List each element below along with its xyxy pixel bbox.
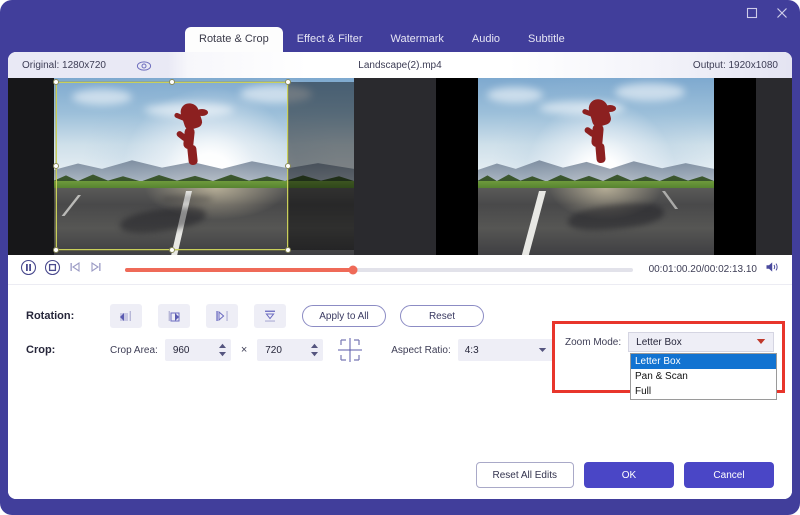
chevron-down-icon	[756, 337, 766, 348]
crop-height-stepper[interactable]: 720	[257, 339, 324, 361]
zoom-mode-select[interactable]: Letter Box	[628, 332, 775, 352]
next-frame-icon[interactable]	[89, 260, 103, 279]
cancel-button[interactable]: Cancel	[684, 462, 774, 488]
aspect-ratio-value: 4:3	[464, 344, 479, 356]
crop-width-arrows[interactable]	[218, 343, 227, 357]
board-shadow	[162, 194, 212, 203]
reset-rotation-button[interactable]: Reset	[400, 305, 484, 327]
tab-effect-filter[interactable]: Effect & Filter	[283, 27, 377, 52]
crop-handle-s[interactable]	[169, 247, 175, 253]
rotate-left-icon[interactable]	[110, 304, 142, 328]
preview-area	[8, 78, 792, 255]
controls-area: Rotation: Apply to All Reset Crop: Crop …	[8, 285, 792, 400]
crop-handle-n[interactable]	[169, 79, 175, 85]
crop-handle-ne[interactable]	[285, 79, 291, 85]
crop-center-icon[interactable]	[335, 337, 365, 363]
main-panel: Original: 1280x720 Landscape(2).mp4 Outp…	[8, 52, 792, 499]
info-left-group: Original: 1280x720	[8, 59, 152, 71]
crop-handle-w[interactable]	[53, 163, 59, 169]
output-margin-left	[400, 78, 436, 255]
cloud	[487, 86, 544, 103]
flip-vertical-icon[interactable]	[254, 304, 286, 328]
eye-icon[interactable]	[136, 59, 152, 71]
playback-bar: 00:01:00.20/00:02:13.10	[8, 255, 792, 285]
maximize-icon[interactable]	[744, 5, 760, 21]
letterbox-bar-right	[714, 78, 756, 255]
tab-watermark[interactable]: Watermark	[377, 27, 458, 52]
crop-handle-se[interactable]	[285, 247, 291, 253]
crop-width-stepper[interactable]: 960	[164, 339, 231, 361]
info-strip: Original: 1280x720 Landscape(2).mp4 Outp…	[8, 52, 792, 78]
rotate-right-icon[interactable]	[158, 304, 190, 328]
skater-figure	[581, 97, 616, 165]
zoom-mode-option-letter-box[interactable]: Letter Box	[631, 354, 776, 369]
crop-height-value: 720	[265, 344, 282, 356]
progress-fill	[125, 267, 354, 272]
ok-button[interactable]: OK	[584, 462, 674, 488]
stop-circle-icon[interactable]	[44, 259, 61, 281]
rotation-label: Rotation:	[26, 310, 75, 322]
tab-rotate-crop[interactable]: Rotate & Crop	[185, 27, 283, 52]
output-margin-right	[756, 78, 792, 255]
pillarbox-right	[354, 78, 400, 255]
source-preview[interactable]	[8, 78, 400, 255]
zoom-mode-option-pan-scan[interactable]: Pan & Scan	[631, 369, 776, 384]
zoom-mode-option-full[interactable]: Full	[631, 384, 776, 399]
aspect-ratio-label: Aspect Ratio:	[391, 344, 451, 356]
aspect-ratio-select[interactable]: 4:3	[457, 339, 554, 361]
apply-to-all-button[interactable]: Apply to All	[302, 305, 386, 327]
zoom-mode-dropdown[interactable]: Letter Box Pan & Scan Full	[630, 353, 777, 400]
output-resolution-label: Output: 1920x1080	[692, 59, 778, 71]
timecode-label: 00:01:00.20/00:02:13.10	[648, 264, 757, 275]
tab-bar: Rotate & Crop Effect & Filter Watermark …	[0, 26, 800, 52]
previous-frame-icon[interactable]	[68, 260, 82, 279]
tab-subtitle[interactable]: Subtitle	[514, 27, 579, 52]
crop-handle-sw[interactable]	[53, 247, 59, 253]
crop-area-label: Crop Area:	[110, 344, 158, 356]
editor-window: Rotate & Crop Effect & Filter Watermark …	[0, 0, 800, 515]
playback-progress-slider[interactable]	[125, 265, 633, 274]
cloud	[72, 88, 132, 105]
window-controls	[744, 5, 790, 21]
title-bar	[0, 0, 800, 26]
zoom-mode-group: Zoom Mode: Letter Box Letter Box Pan & S…	[552, 321, 785, 400]
crop-dim-right	[288, 82, 354, 250]
progress-knob[interactable]	[348, 265, 358, 274]
zoom-mode-value: Letter Box	[636, 336, 682, 348]
output-preview[interactable]	[400, 78, 792, 255]
crop-width-value: 960	[172, 344, 190, 356]
chevron-down-icon	[538, 345, 547, 356]
tab-audio[interactable]: Audio	[458, 27, 514, 52]
close-icon[interactable]	[774, 5, 790, 21]
crop-height-arrows[interactable]	[310, 343, 319, 357]
crop-dimension-separator: ×	[240, 344, 248, 356]
dialog-footer: Reset All Edits OK Cancel	[8, 451, 792, 499]
pause-circle-icon[interactable]	[20, 259, 37, 281]
skater-figure	[173, 100, 208, 169]
zoom-mode-row: Zoom Mode: Letter Box	[565, 332, 782, 352]
crop-dim-far-left	[8, 78, 54, 255]
zoom-mode-label: Zoom Mode:	[565, 336, 622, 348]
crop-handle-nw[interactable]	[53, 79, 59, 85]
crop-label: Crop:	[26, 344, 56, 356]
crop-handle-e[interactable]	[285, 163, 291, 169]
output-video-frame	[478, 78, 714, 255]
letterbox-bar-left	[436, 78, 478, 255]
playback-buttons	[20, 259, 103, 281]
speaker-icon[interactable]	[765, 260, 780, 279]
flip-horizontal-icon[interactable]	[206, 304, 238, 328]
reset-all-edits-button[interactable]: Reset All Edits	[475, 462, 574, 488]
original-resolution-label: Original: 1280x720	[22, 59, 106, 71]
